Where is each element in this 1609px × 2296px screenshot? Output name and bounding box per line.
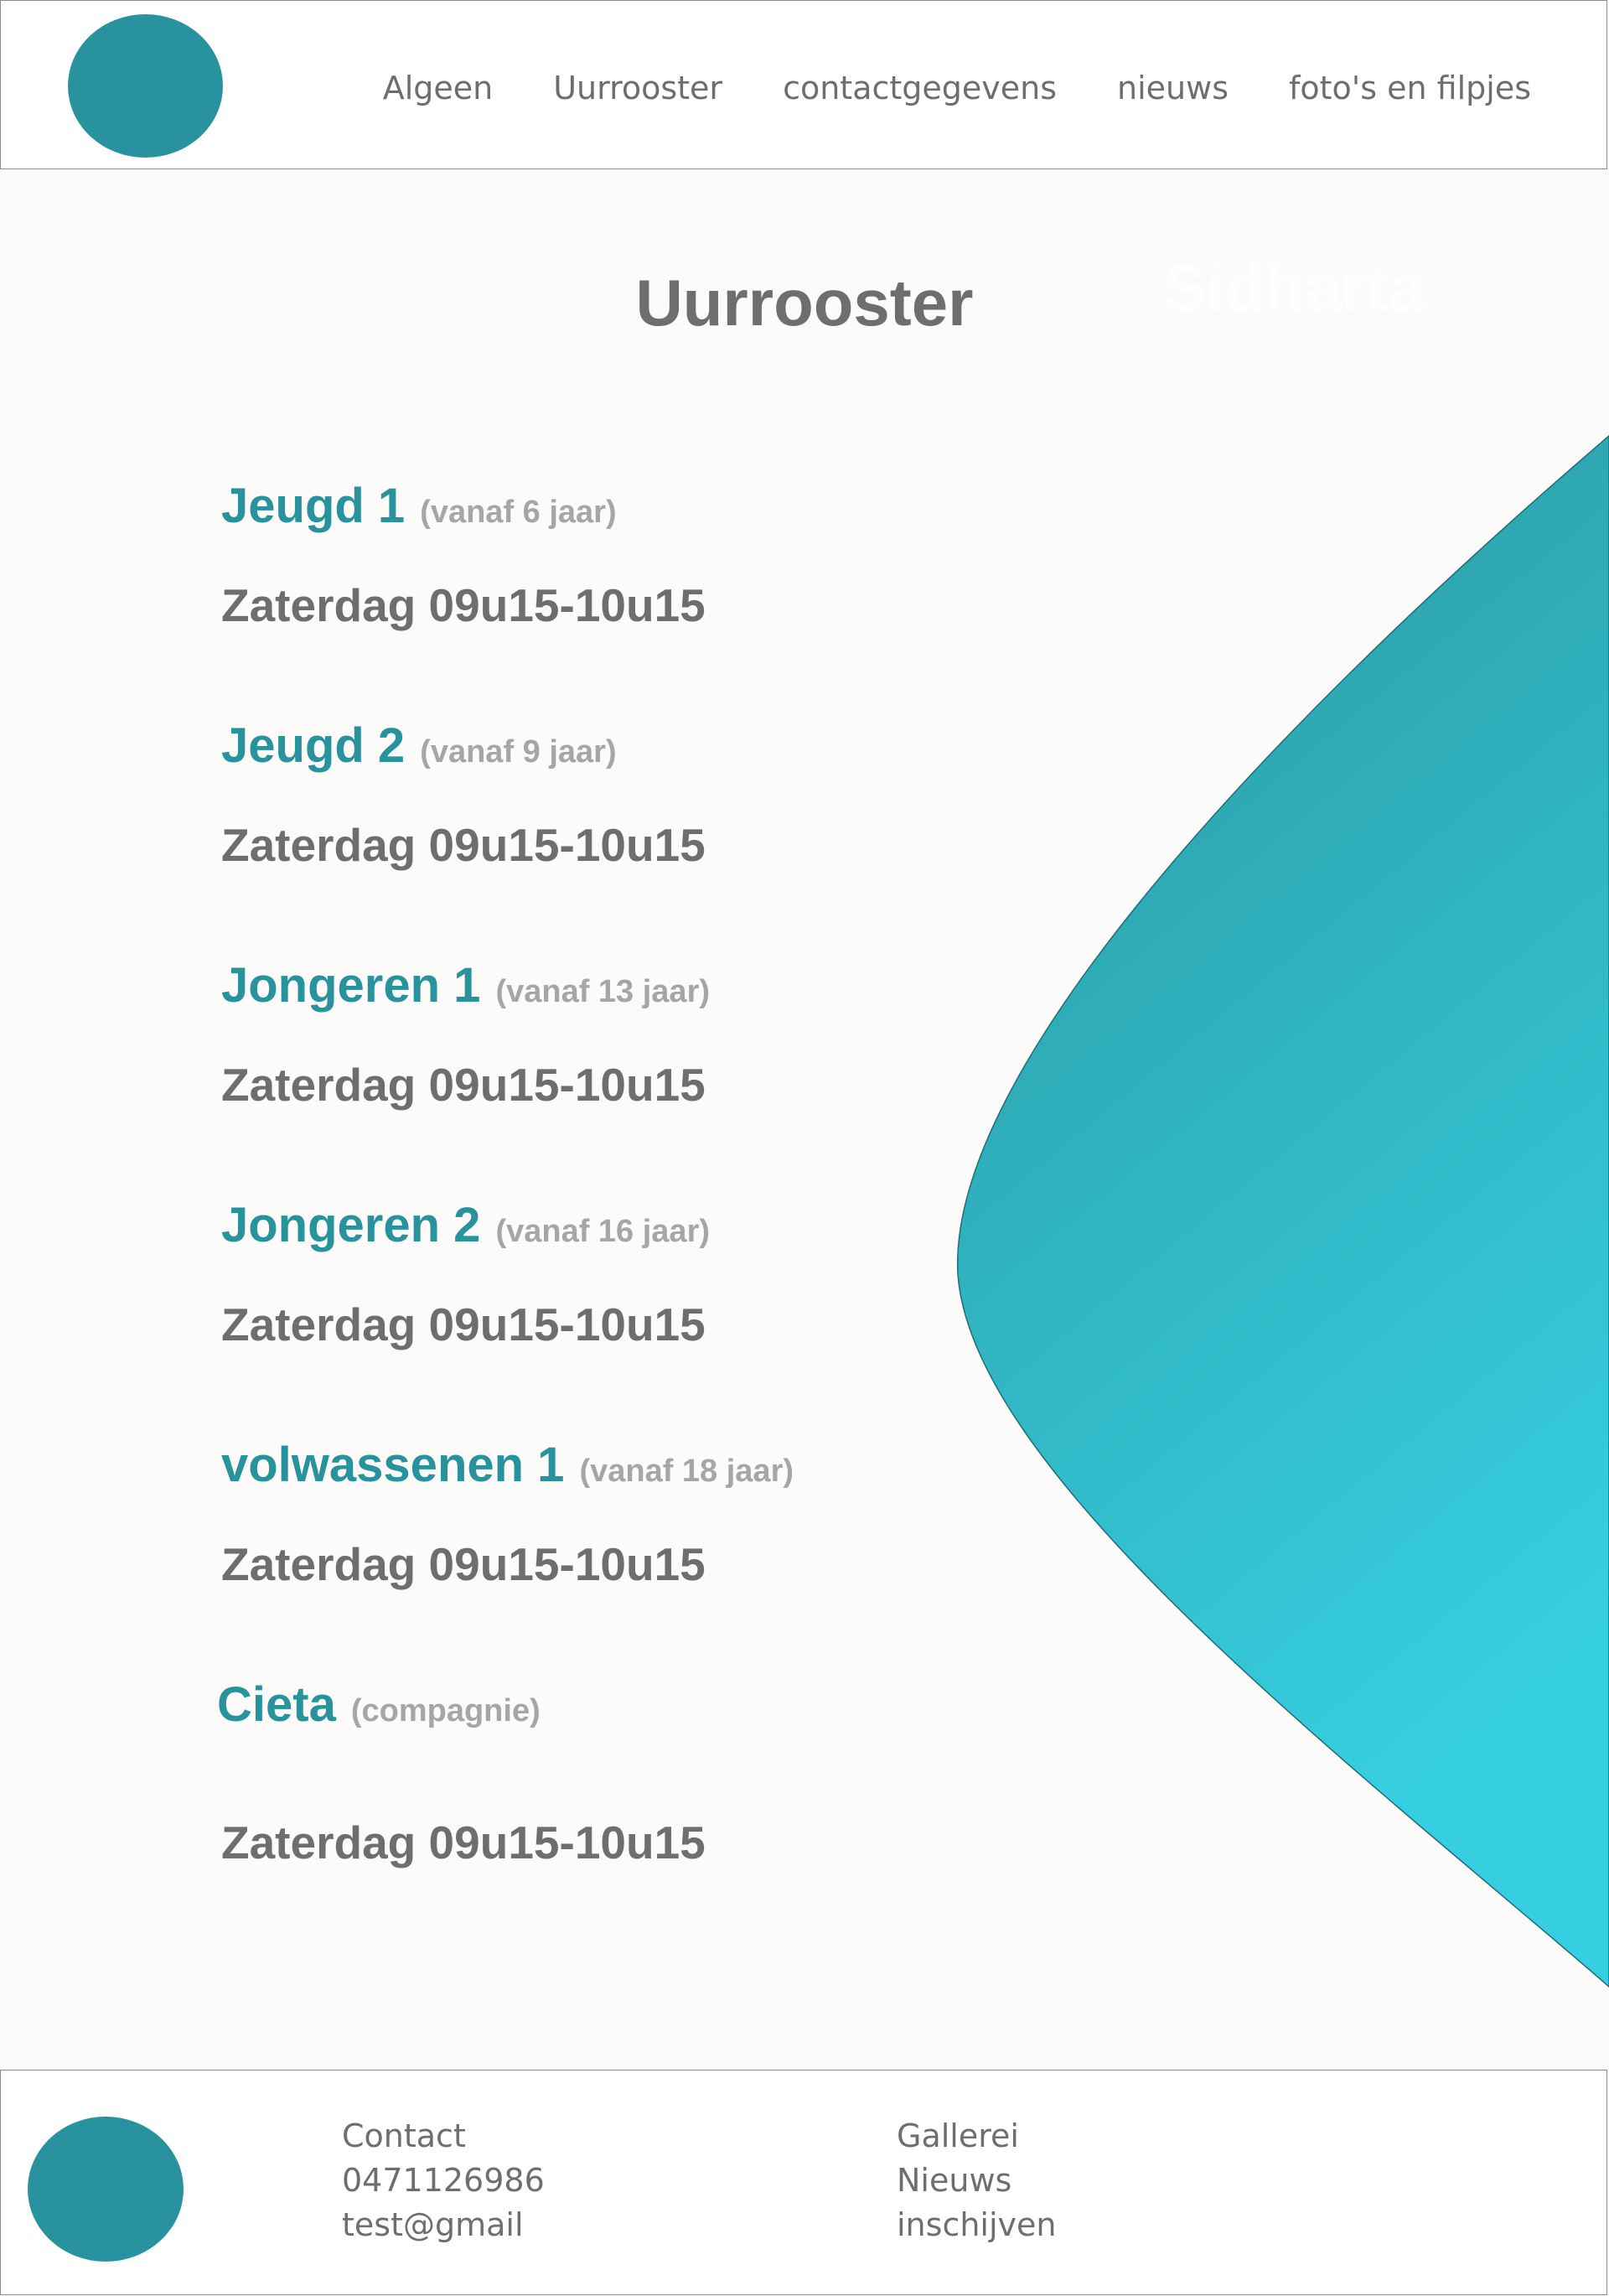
- group-time: Zaterdag 09u15-10u15: [221, 1817, 706, 1868]
- group-time: Zaterdag 09u15-10u15: [221, 1298, 706, 1350]
- group-title: Jeugd 2 (vanaf 9 jaar): [221, 718, 617, 774]
- page-title: Uurrooster: [635, 266, 974, 339]
- footer-link-inschijven[interactable]: inschijven: [897, 2203, 1056, 2247]
- main-navigation: Algeen Uurrooster contactgegevens nieuws…: [383, 70, 1531, 106]
- group-time: Zaterdag 09u15-10u15: [221, 1059, 706, 1111]
- group-title: Jeugd 1 (vanaf 6 jaar): [221, 478, 617, 534]
- group-name: volwassenen 1: [221, 1438, 565, 1492]
- footer-contact-heading: Contact: [342, 2117, 466, 2154]
- nav-item-contactgegevens[interactable]: contactgegevens: [783, 70, 1057, 106]
- group-age-note: (vanaf 18 jaar): [579, 1454, 794, 1489]
- footer-phone[interactable]: 0471126986: [342, 2159, 545, 2203]
- logo[interactable]: [68, 14, 223, 158]
- group-title: Jongeren 2 (vanaf 16 jaar): [221, 1197, 710, 1253]
- site-footer: Contact 0471126986 test@gmail Gallerei N…: [0, 2070, 1607, 2295]
- site-header: Algeen Uurrooster contactgegevens nieuws…: [0, 0, 1607, 169]
- nav-item-uurrooster[interactable]: Uurrooster: [553, 70, 722, 106]
- group-title: volwassenen 1 (vanaf 18 jaar): [221, 1437, 794, 1493]
- footer-email[interactable]: test@gmail: [342, 2203, 545, 2247]
- group-title: Cieta (compagnie): [217, 1677, 541, 1733]
- footer-links: Gallerei Nieuws inschijven: [897, 2114, 1056, 2247]
- group-age-note: (compagnie): [350, 1693, 541, 1728]
- group-age-note: (vanaf 9 jaar): [420, 734, 617, 770]
- footer-contact: Contact 0471126986 test@gmail: [342, 2114, 545, 2247]
- group-age-note: (vanaf 16 jaar): [495, 1214, 711, 1249]
- group-time: Zaterdag 09u15-10u15: [221, 579, 706, 631]
- group-name: Jongeren 2: [221, 1198, 481, 1252]
- group-time: Zaterdag 09u15-10u15: [221, 819, 706, 871]
- footer-logo[interactable]: [28, 2117, 184, 2262]
- group-title: Jongeren 1 (vanaf 13 jaar): [221, 957, 710, 1013]
- footer-link-nieuws[interactable]: Nieuws: [897, 2159, 1056, 2203]
- group-age-note: (vanaf 13 jaar): [495, 974, 711, 1009]
- nav-item-algeen[interactable]: Algeen: [383, 70, 494, 106]
- group-name: Jeugd 2: [221, 718, 406, 773]
- group-name: Cieta: [217, 1677, 336, 1732]
- nav-item-fotos-en-filpjes[interactable]: foto's en filpjes: [1289, 70, 1531, 106]
- decorative-wave-shape: [957, 435, 1609, 1988]
- group-name: Jeugd 1: [221, 479, 406, 533]
- group-name: Jongeren 1: [221, 958, 481, 1013]
- footer-link-gallerei[interactable]: Gallerei: [897, 2114, 1056, 2159]
- group-age-note: (vanaf 6 jaar): [420, 495, 617, 530]
- nav-item-nieuws[interactable]: nieuws: [1117, 70, 1229, 106]
- group-time: Zaterdag 09u15-10u15: [221, 1538, 706, 1590]
